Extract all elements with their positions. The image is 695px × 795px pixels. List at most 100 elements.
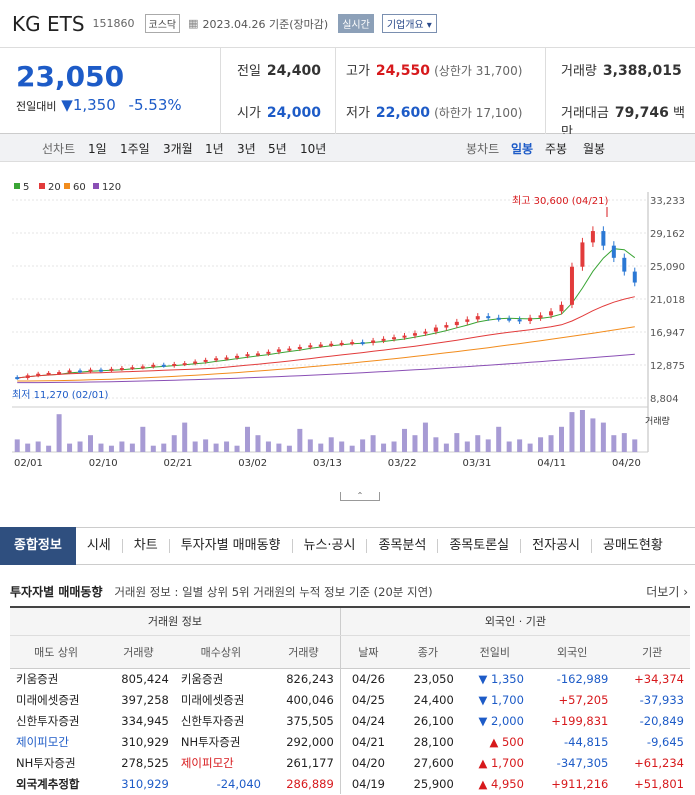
candle-body (371, 340, 376, 343)
candle-body (444, 325, 449, 328)
candle-body (412, 333, 417, 336)
table-cell: +57,205 (558, 692, 609, 707)
period-1w[interactable]: 1주일 (120, 140, 150, 157)
candle-body (475, 316, 480, 320)
tab-discussion[interactable]: 종목토론실 (438, 539, 522, 553)
high-label: 고가 (346, 64, 370, 79)
volume-bar (391, 441, 397, 452)
table-cell: 278,525 (121, 755, 169, 770)
col-header: 매도 상위 (10, 635, 103, 669)
price-chart[interactable]: 5 20 60 120 33,233 29,162 25,090 21,018 16,947 12… (0, 162, 695, 492)
calendar-icon: ▦ (188, 17, 199, 30)
table-cell: ▲ 500 (489, 734, 524, 749)
candle-chart-label: 봉차트 (466, 142, 500, 156)
col-header: 거래량 (266, 635, 341, 669)
volume-bar (402, 428, 407, 452)
table-cell[interactable]: 제이피모간 (175, 752, 267, 773)
table-cell: 286,889 (286, 776, 334, 791)
prev-label: 전일 (237, 64, 261, 79)
y-tick-label: 21,018 (650, 295, 685, 306)
candle-body (538, 315, 543, 318)
table-cell: 805,424 (121, 671, 169, 686)
realtime-button[interactable]: 실시간 (338, 14, 374, 33)
tab-news[interactable]: 뉴스·공시 (293, 539, 368, 553)
table-cell[interactable]: 미래에셋증권 (175, 689, 267, 710)
tab-price[interactable]: 시세 (76, 539, 123, 553)
volume-bar (611, 435, 617, 452)
volume-bar (129, 443, 135, 452)
table-cell: 28,100 (413, 734, 454, 749)
table-cell: 04/19 (339, 773, 397, 794)
table-cell: 23,050 (413, 671, 454, 686)
tab-overview[interactable]: 종합정보 (0, 527, 76, 565)
candle-body (25, 375, 30, 379)
table-cell[interactable]: 미래에셋증권 (10, 689, 102, 710)
table-cell: 261,177 (286, 755, 334, 770)
table-cell[interactable]: 키움증권 (10, 668, 102, 689)
candle-body (402, 335, 407, 338)
period-5y[interactable]: 5년 (268, 140, 287, 157)
diff-label: 전일대비 (16, 100, 57, 113)
table-cell[interactable]: 외국계추정합 (10, 773, 102, 794)
tab-disclosure[interactable]: 전자공시 (521, 539, 592, 553)
table-cell[interactable]: 제이피모간 (10, 731, 102, 752)
legend-swatch (14, 183, 20, 189)
candle-body (119, 368, 124, 371)
volume-bar (46, 445, 52, 452)
table-cell: +199,831 (551, 713, 609, 728)
table-row: NH투자증권 278,525 제이피모간 261,177 04/20 27,600 ▲ 1,… (10, 752, 690, 773)
more-link[interactable]: 더보기 › (646, 583, 688, 600)
table-cell[interactable]: 키움증권 (175, 668, 267, 689)
candle-body (381, 338, 386, 341)
period-1d[interactable]: 1일 (88, 140, 107, 157)
candle-body (622, 257, 627, 272)
candle-body (517, 319, 522, 322)
candle-body (507, 318, 512, 321)
period-10y[interactable]: 10년 (300, 140, 326, 157)
x-tick-label: 02/10 (89, 458, 118, 469)
table-cell: -162,989 (556, 671, 609, 686)
period-3y[interactable]: 3년 (237, 140, 256, 157)
candle-daily[interactable]: 일봉 (511, 140, 533, 157)
table-cell[interactable]: -24,040 (175, 773, 267, 794)
table-cell: ▲ 4,950 (478, 776, 524, 791)
volume-bar (569, 412, 575, 452)
open-price: 시가 24,000 (237, 102, 321, 121)
divider (545, 48, 546, 134)
table-cell[interactable]: NH투자증권 (175, 731, 267, 752)
candle-body (182, 363, 187, 366)
table-cell[interactable]: NH투자증권 (10, 752, 102, 773)
volume-bar (360, 439, 366, 452)
high-note: 최고 30,600 (04/21) (512, 195, 608, 207)
candlestick-chart[interactable]: 5 20 60 120 33,233 29,162 25,090 21,018 16,947 12… (0, 162, 695, 492)
table-cell: 826,243 (286, 671, 334, 686)
table-cell: 397,258 (121, 692, 169, 707)
table-cell[interactable]: 신한투자증권 (175, 710, 267, 731)
tab-short-selling[interactable]: 공매도현황 (592, 539, 674, 553)
period-3m[interactable]: 3개월 (163, 140, 193, 157)
investor-table: 거래원 정보 외국인 · 기관 매도 상위 거래량 매수상위 거래량 날짜 종가 … (10, 606, 690, 794)
tab-analysis[interactable]: 종목분석 (367, 539, 439, 553)
divider (335, 48, 336, 134)
table-row: 미래에셋증권 397,258 미래에셋증권 400,046 04/25 24,400 ▼ 1… (10, 689, 690, 710)
chart-collapse-button[interactable]: ⌃ (340, 492, 380, 501)
table-cell[interactable]: 신한투자증권 (10, 710, 102, 731)
tab-chart[interactable]: 차트 (123, 539, 170, 553)
candle-body (203, 359, 208, 362)
candle-body (255, 353, 260, 356)
col-header: 날짜 (339, 635, 397, 669)
low-label: 저가 (346, 106, 370, 121)
candle-body (392, 337, 397, 340)
open-value: 24,000 (266, 105, 321, 121)
candle-monthly[interactable]: 월봉 (583, 140, 605, 157)
candle-body (214, 358, 219, 361)
candle-weekly[interactable]: 주봉 (545, 140, 567, 157)
volume-bar (579, 410, 585, 452)
period-1y[interactable]: 1년 (205, 140, 224, 157)
volume-bar (67, 443, 73, 452)
candle-body (528, 317, 533, 322)
volume-bar (224, 441, 230, 452)
tab-investor[interactable]: 투자자별 매매동향 (170, 539, 293, 553)
table-cell: 310,929 (121, 734, 169, 749)
company-overview-dropdown[interactable]: 기업개요 ▾ (381, 14, 437, 33)
